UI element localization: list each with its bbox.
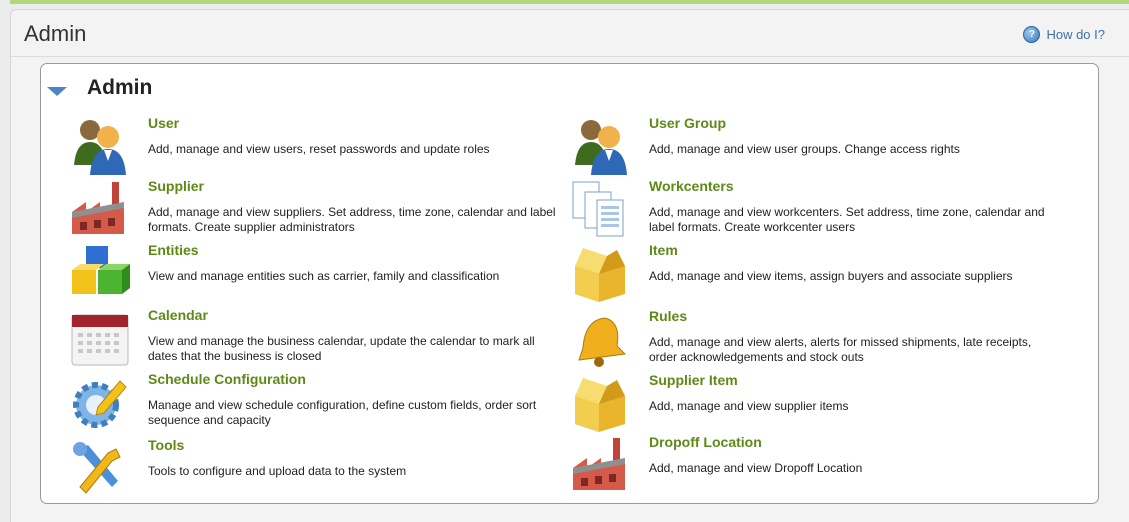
schedule-configuration-description: Manage and view schedule configuration, …: [148, 398, 537, 427]
entities-link[interactable]: Entities: [148, 242, 199, 258]
box-icon: [569, 372, 631, 434]
supplier-item-link[interactable]: Supplier Item: [649, 372, 738, 388]
page-title: Admin: [24, 21, 87, 46]
gear-pencil-icon: [68, 371, 130, 433]
user-description: Add, manage and view users, reset passwo…: [148, 142, 490, 156]
workcenters-link[interactable]: Workcenters: [649, 178, 734, 194]
factory-icon: [68, 178, 130, 240]
item-description: Add, manage and view items, assign buyer…: [649, 269, 1013, 283]
admin-section-box: Admin User Add, manage and view users, r…: [40, 63, 1099, 504]
workcenters-description: Add, manage and view workcenters. Set ad…: [649, 205, 1045, 234]
top-accent-bar: [10, 0, 1129, 4]
page-panel: Admin ? How do I? Admin User Add, manage…: [10, 9, 1129, 522]
tools-description: Tools to configure and upload data to th…: [148, 464, 407, 478]
item-link[interactable]: Item: [649, 242, 678, 258]
user-icon: [68, 115, 130, 177]
cubes-icon: [68, 242, 130, 304]
supplier-description: Add, manage and view suppliers. Set addr…: [148, 205, 556, 234]
how-do-i-link[interactable]: ? How do I?: [1023, 26, 1105, 43]
user-link[interactable]: User: [148, 115, 179, 131]
tools-icon: [68, 437, 130, 499]
dropoff-location-link[interactable]: Dropoff Location: [649, 434, 762, 450]
box-icon: [569, 242, 631, 304]
user-group-link[interactable]: User Group: [649, 115, 726, 131]
page-header: Admin ? How do I?: [11, 10, 1129, 57]
collapse-triangle-icon[interactable]: [47, 86, 67, 96]
factory-icon: [569, 434, 631, 496]
calendar-description: View and manage the business calendar, u…: [148, 334, 535, 363]
admin-section-header[interactable]: Admin: [47, 76, 152, 100]
help-icon: ?: [1023, 26, 1041, 43]
forms-icon: [569, 178, 631, 240]
calendar-link[interactable]: Calendar: [148, 307, 208, 323]
rules-description: Add, manage and view alerts, alerts for …: [649, 335, 1032, 364]
how-do-i-label: How do I?: [1046, 27, 1105, 42]
supplier-link[interactable]: Supplier: [148, 178, 204, 194]
supplier-item-description: Add, manage and view supplier items: [649, 399, 849, 413]
calendar-icon: [68, 307, 130, 369]
entities-description: View and manage entities such as carrier…: [148, 269, 500, 283]
user-group-description: Add, manage and view user groups. Change…: [649, 142, 960, 156]
schedule-configuration-link[interactable]: Schedule Configuration: [148, 371, 306, 387]
bell-icon: [569, 308, 631, 370]
tools-link[interactable]: Tools: [148, 437, 184, 453]
dropoff-location-description: Add, manage and view Dropoff Location: [649, 461, 863, 475]
section-title: Admin: [87, 76, 153, 99]
rules-link[interactable]: Rules: [649, 308, 687, 324]
user-group-icon: [569, 115, 631, 177]
